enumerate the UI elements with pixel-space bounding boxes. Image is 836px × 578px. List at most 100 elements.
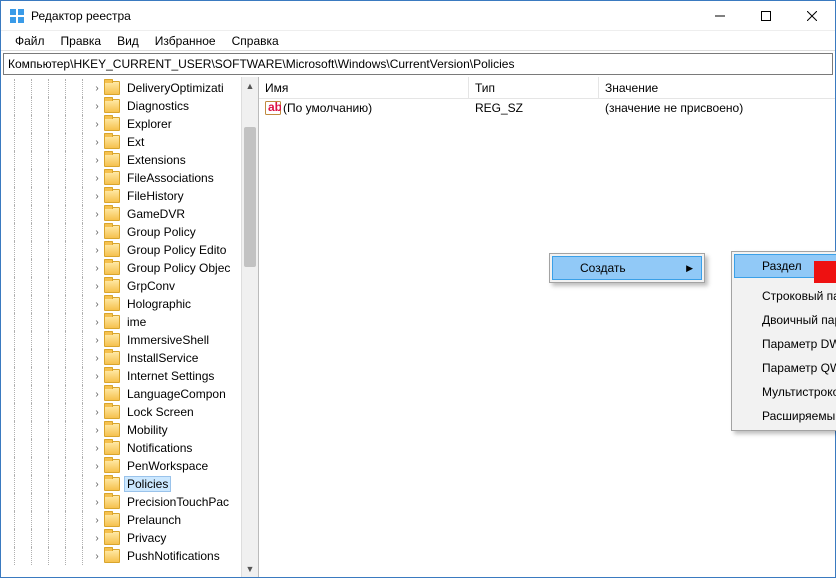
tree-item-label: FileHistory: [124, 189, 187, 203]
tree-item[interactable]: ›Lock Screen: [1, 403, 258, 421]
tree-item-label: PushNotifications: [124, 549, 223, 563]
chevron-right-icon[interactable]: ›: [90, 371, 104, 382]
tree-item[interactable]: › InstallService: [1, 349, 258, 367]
tree-item[interactable]: ›ImmersiveShell: [1, 331, 258, 349]
chevron-right-icon[interactable]: ›: [90, 281, 104, 292]
ctx-new-binary[interactable]: Двоичный параметр: [734, 308, 836, 332]
tree-item-label: PrecisionTouchPac: [124, 495, 232, 509]
chevron-right-icon[interactable]: ›: [90, 353, 104, 364]
context-menu: Создать ▶ Раздел Строковый параметр Двои…: [549, 253, 705, 283]
tree-item[interactable]: ›LanguageCompon: [1, 385, 258, 403]
tree-item[interactable]: › Holographic: [1, 295, 258, 313]
tree-item[interactable]: ›Group Policy Edito: [1, 241, 258, 259]
chevron-right-icon[interactable]: ›: [90, 155, 104, 166]
scroll-thumb[interactable]: [244, 127, 256, 267]
chevron-right-icon[interactable]: ›: [90, 263, 104, 274]
chevron-right-icon[interactable]: ›: [90, 443, 104, 454]
chevron-right-icon[interactable]: ›: [90, 515, 104, 526]
col-name[interactable]: Имя: [259, 77, 469, 98]
ctx-item-label: Мультистроковый параметр: [762, 385, 836, 399]
chevron-right-icon[interactable]: ›: [90, 101, 104, 112]
minimize-button[interactable]: [697, 1, 743, 31]
tree-scrollbar[interactable]: ▲ ▼: [241, 77, 258, 577]
chevron-right-icon[interactable]: ›: [90, 335, 104, 346]
chevron-right-icon[interactable]: ›: [90, 173, 104, 184]
chevron-right-icon[interactable]: ›: [90, 317, 104, 328]
chevron-right-icon[interactable]: ›: [90, 137, 104, 148]
chevron-right-icon[interactable]: ›: [90, 479, 104, 490]
window-controls: [697, 1, 835, 31]
tree-item[interactable]: ›GrpConv: [1, 277, 258, 295]
chevron-right-icon[interactable]: ›: [90, 191, 104, 202]
ctx-create[interactable]: Создать ▶: [552, 256, 702, 280]
ctx-item-label: Расширяемый строковый параметр: [762, 409, 836, 423]
chevron-right-icon[interactable]: ›: [90, 119, 104, 130]
tree-item[interactable]: ›GameDVR: [1, 205, 258, 223]
tree-item[interactable]: › PushNotifications: [1, 547, 258, 565]
chevron-right-icon[interactable]: ›: [90, 461, 104, 472]
tree-item[interactable]: ›Group Policy: [1, 223, 258, 241]
tree-item[interactable]: ›DeliveryOptimizati: [1, 79, 258, 97]
tree-item[interactable]: ›ime: [1, 313, 258, 331]
folder-icon: [104, 297, 120, 311]
tree-item[interactable]: ›Explorer: [1, 115, 258, 133]
tree-item[interactable]: › FileHistory: [1, 187, 258, 205]
tree-item[interactable]: › PrecisionTouchPac: [1, 493, 258, 511]
ctx-new-string[interactable]: Строковый параметр: [734, 284, 836, 308]
tree-panel: ›DeliveryOptimizati›Diagnostics›Explorer…: [1, 77, 259, 577]
col-value[interactable]: Значение: [599, 77, 835, 98]
tree-item[interactable]: ›Internet Settings: [1, 367, 258, 385]
chevron-right-icon[interactable]: ›: [90, 245, 104, 256]
menu-file[interactable]: Файл: [7, 32, 53, 50]
tree-item[interactable]: ›Mobility: [1, 421, 258, 439]
tree-item-label: Notifications: [124, 441, 195, 455]
chevron-right-icon[interactable]: ›: [90, 209, 104, 220]
chevron-right-icon[interactable]: ›: [90, 299, 104, 310]
folder-icon: [104, 549, 120, 563]
folder-icon: [104, 315, 120, 329]
chevron-right-icon[interactable]: ›: [90, 227, 104, 238]
tree-item[interactable]: › Ext: [1, 133, 258, 151]
scroll-up-icon[interactable]: ▲: [242, 77, 258, 94]
menu-help[interactable]: Справка: [224, 32, 287, 50]
ctx-new-multistring[interactable]: Мультистроковый параметр: [734, 380, 836, 404]
chevron-right-icon[interactable]: ›: [90, 407, 104, 418]
context-submenu-new: Раздел Строковый параметр Двоичный парам…: [731, 251, 836, 431]
tree-item-label: Ext: [124, 135, 147, 149]
tree-item[interactable]: ›Extensions: [1, 151, 258, 169]
value-row-default[interactable]: ab (По умолчанию) REG_SZ (значение не пр…: [259, 99, 835, 117]
chevron-right-icon[interactable]: ›: [90, 551, 104, 562]
ctx-new-dword[interactable]: Параметр DWORD (32 бита): [734, 332, 836, 356]
chevron-right-icon[interactable]: ›: [90, 497, 104, 508]
registry-tree[interactable]: ›DeliveryOptimizati›Diagnostics›Explorer…: [1, 77, 258, 567]
ctx-new-qword[interactable]: Параметр QWORD (64 бита): [734, 356, 836, 380]
chevron-right-icon[interactable]: ›: [90, 425, 104, 436]
menu-favorites[interactable]: Избранное: [147, 32, 224, 50]
tree-item[interactable]: ›Diagnostics: [1, 97, 258, 115]
tree-item[interactable]: ›Policies: [1, 475, 258, 493]
chevron-right-icon[interactable]: ›: [90, 533, 104, 544]
tree-item-label: InstallService: [124, 351, 201, 365]
tree-item[interactable]: ›Group Policy Objec: [1, 259, 258, 277]
tree-item-label: Holographic: [124, 297, 194, 311]
tree-item[interactable]: ›Privacy: [1, 529, 258, 547]
chevron-right-icon[interactable]: ›: [90, 83, 104, 94]
folder-icon: [104, 531, 120, 545]
ctx-item-label: Параметр DWORD (32 бита): [762, 337, 836, 351]
tree-item[interactable]: ›PenWorkspace: [1, 457, 258, 475]
maximize-button[interactable]: [743, 1, 789, 31]
menu-edit[interactable]: Правка: [53, 32, 110, 50]
menu-view[interactable]: Вид: [109, 32, 147, 50]
scroll-down-icon[interactable]: ▼: [242, 560, 258, 577]
ctx-new-expandstring[interactable]: Расширяемый строковый параметр: [734, 404, 836, 428]
ctx-new-key[interactable]: Раздел: [734, 254, 836, 278]
folder-icon: [104, 261, 120, 275]
close-button[interactable]: [789, 1, 835, 31]
tree-item[interactable]: › FileAssociations: [1, 169, 258, 187]
tree-item-label: FileAssociations: [124, 171, 217, 185]
tree-item[interactable]: ›Prelaunch: [1, 511, 258, 529]
tree-item[interactable]: › Notifications: [1, 439, 258, 457]
col-type[interactable]: Тип: [469, 77, 599, 98]
chevron-right-icon[interactable]: ›: [90, 389, 104, 400]
address-bar[interactable]: Компьютер\HKEY_CURRENT_USER\SOFTWARE\Mic…: [3, 53, 833, 75]
